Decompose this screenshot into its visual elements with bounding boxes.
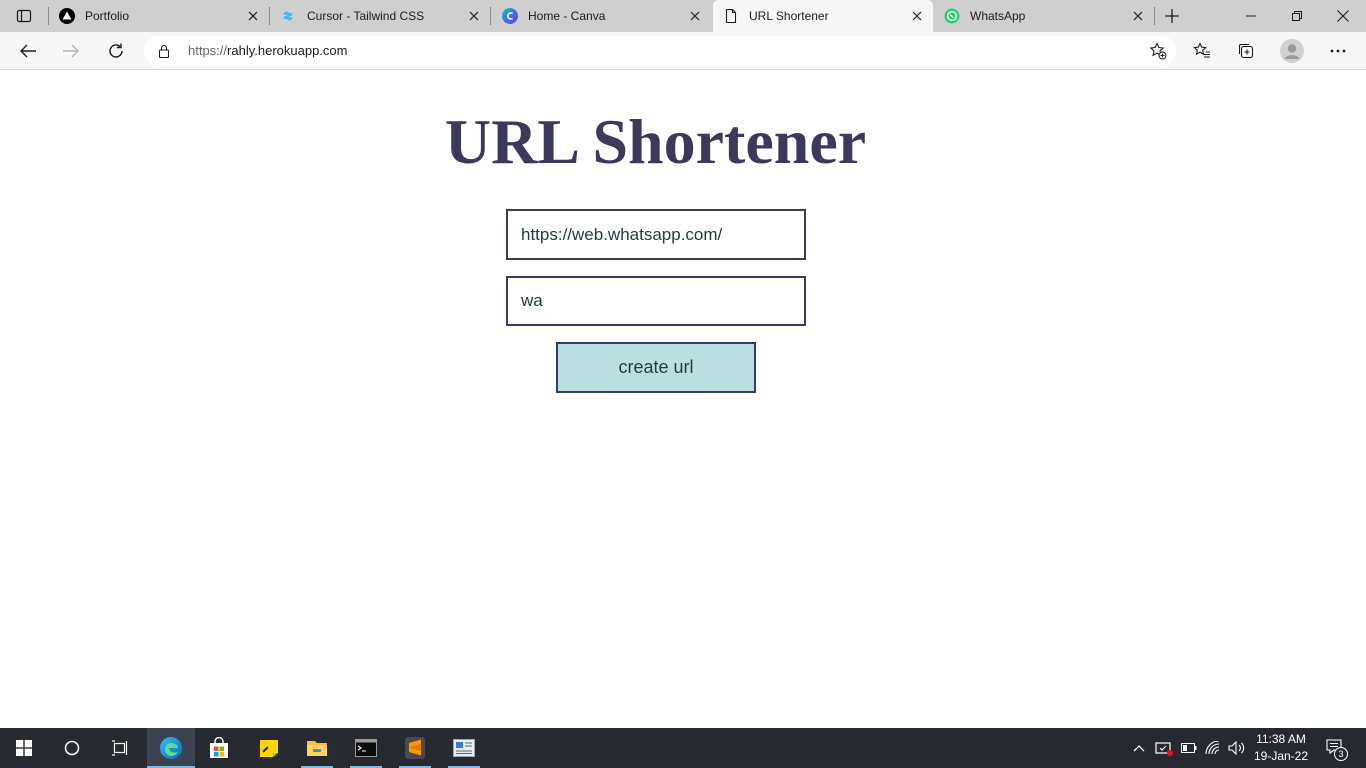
tab-title: Portfolio [85,9,130,23]
tab-separator [269,7,270,25]
start-button[interactable] [0,728,48,768]
taskbar-sublime-text[interactable] [391,728,439,768]
vercel-triangle-icon [59,8,75,24]
tab-separator [1154,7,1155,25]
volume-icon [1228,741,1245,755]
profile-button[interactable] [1276,35,1308,67]
browser-toolbar: https://rahly.herokuapp.com [0,32,1366,70]
star-add-icon [1149,42,1167,60]
tray-network[interactable] [1202,728,1224,768]
settings-menu-button[interactable] [1322,35,1354,67]
taskbar-file-explorer[interactable] [293,728,341,768]
page-content: URL Shortener create url [0,71,1366,728]
collections-button[interactable] [1230,35,1262,67]
close-tab-icon[interactable] [241,4,265,28]
task-view-button[interactable] [96,728,144,768]
tab-actions-button[interactable] [0,0,48,32]
page-title: URL Shortener [444,106,867,177]
security-icon [1155,742,1173,756]
more-dots-icon [1330,49,1346,53]
back-button[interactable] [12,35,44,67]
tab-title: URL Shortener [749,9,829,23]
refresh-icon [109,43,123,58]
cortana-button[interactable] [48,728,96,768]
url-host: rahly.herokuapp.com [227,43,348,58]
windows-logo-icon [16,740,32,756]
address-url[interactable]: https://rahly.herokuapp.com [188,43,347,58]
tab-strip: Portfolio Cursor - Tailwind CSS Home - C… [0,0,1366,32]
create-url-button[interactable]: create url [556,342,756,393]
add-favorite-button[interactable] [1146,39,1170,63]
restore-icon [1292,11,1302,21]
tab-portfolio[interactable]: Portfolio [49,0,269,32]
show-hidden-icons-button[interactable] [1130,728,1148,768]
close-tab-icon[interactable] [905,4,929,28]
news-icon [453,739,475,757]
close-window-button[interactable] [1320,0,1366,32]
taskbar-terminal[interactable] [342,728,390,768]
tab-url-shortener[interactable]: URL Shortener [713,0,933,32]
long-url-input[interactable] [506,209,806,260]
wifi-icon [1205,741,1220,755]
favorites-icon [1193,42,1210,58]
store-bag-icon [210,737,228,758]
folder-icon [307,741,327,756]
close-tab-icon[interactable] [462,4,486,28]
taskbar-edge[interactable] [147,728,195,768]
new-tab-button[interactable] [1158,0,1186,32]
page-icon [723,8,739,24]
forward-button[interactable] [55,35,87,67]
tab-whatsapp[interactable]: WhatsApp [934,0,1154,32]
restore-button[interactable] [1274,0,1320,32]
notification-count-badge: 3 [1334,747,1348,761]
lock-icon[interactable] [156,43,172,59]
sticky-notes-icon [260,740,278,757]
taskbar-clock[interactable]: 11:38 AM 19-Jan-22 [1248,731,1314,765]
action-center-button[interactable]: 3 [1320,728,1352,768]
task-view-icon [112,740,128,756]
tray-security[interactable] [1153,728,1175,768]
taskbar-store[interactable] [195,728,243,768]
tray-battery[interactable] [1178,728,1200,768]
avatar-icon [1280,39,1304,63]
tab-title: Home - Canva [528,9,606,23]
chevron-up-icon [1133,745,1145,752]
close-tab-icon[interactable] [1126,4,1150,28]
minimize-icon [1246,15,1256,17]
battery-icon [1181,743,1197,753]
collections-icon [1238,43,1254,59]
short-name-input[interactable] [506,276,806,326]
plus-icon [1165,9,1179,23]
whatsapp-icon [944,8,960,24]
taskbar-sticky-notes[interactable] [245,728,293,768]
close-tab-icon[interactable] [683,4,707,28]
tray-volume[interactable] [1226,728,1248,768]
sublime-text-icon [405,737,425,759]
tab-title: WhatsApp [970,9,1026,23]
canva-icon [502,8,518,24]
refresh-button[interactable] [100,35,132,67]
edge-icon [160,737,182,759]
favorites-button[interactable] [1186,35,1218,67]
taskbar-news[interactable] [440,728,488,768]
tab-title: Cursor - Tailwind CSS [307,9,425,23]
arrow-right-icon [63,44,79,58]
url-scheme: https:// [188,43,228,58]
tailwind-icon [281,8,297,24]
clock-date: 19-Jan-22 [1253,749,1309,763]
close-icon [1337,10,1349,22]
terminal-icon [355,739,377,757]
tab-actions-icon [16,9,32,23]
clock-time: 11:38 AM [1256,732,1306,746]
minimize-button[interactable] [1228,0,1274,32]
arrow-left-icon [20,44,36,58]
tab-tailwind[interactable]: Cursor - Tailwind CSS [271,0,490,32]
cortana-circle-icon [64,740,80,756]
address-bar[interactable]: https://rahly.herokuapp.com [144,36,1176,66]
tab-separator [490,7,491,25]
tab-canva[interactable]: Home - Canva [492,0,711,32]
windows-taskbar: 11:38 AM 19-Jan-22 3 [0,728,1366,768]
